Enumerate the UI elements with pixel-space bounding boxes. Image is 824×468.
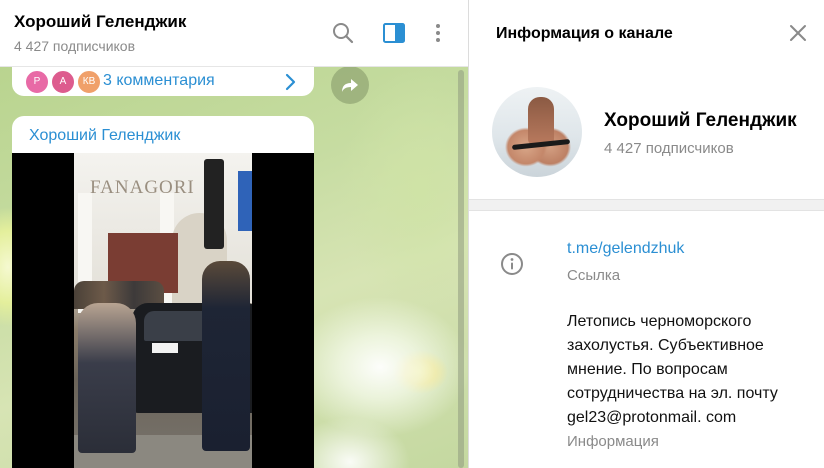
channel-avatar[interactable] [492, 87, 582, 177]
section-separator [469, 199, 824, 211]
commenter-avatar: КВ [76, 69, 102, 95]
comments-link[interactable]: 3 комментария [103, 72, 215, 90]
video-road-sign [238, 171, 252, 231]
channel-description-label: Информация [567, 433, 659, 450]
video-plate [152, 343, 178, 353]
search-icon[interactable] [330, 20, 356, 46]
chat-subscriber-count: 4 427 подписчиков [14, 38, 136, 54]
channel-name: Хороший Геленджик [604, 110, 797, 131]
video-player[interactable]: FANAGORI [12, 153, 314, 468]
chat-scrollbar[interactable] [458, 70, 464, 468]
channel-link[interactable]: t.me/gelendzhuk [567, 240, 684, 258]
commenter-avatar: А [50, 69, 76, 95]
post-author[interactable]: Хороший Геленджик [29, 127, 180, 145]
chat-title[interactable]: Хороший Геленджик [14, 12, 186, 32]
video-person [78, 303, 136, 453]
video-frame: FANAGORI [74, 153, 252, 468]
sidebar-panel-icon[interactable] [381, 20, 407, 46]
share-arrow-icon [342, 79, 358, 92]
video-traffic-light [204, 159, 224, 249]
channel-subscriber-count: 4 427 подписчиков [604, 140, 734, 157]
video-sign-text: FANAGORI [90, 177, 195, 198]
info-panel-title: Информация о канале [496, 25, 673, 42]
more-vertical-icon[interactable] [425, 20, 451, 46]
message-bubble[interactable]: Хороший Геленджик FANAGORI [12, 116, 314, 468]
chevron-right-icon[interactable] [284, 72, 298, 92]
chat-header[interactable]: Хороший Геленджик 4 427 подписчиков [0, 0, 468, 67]
avatar-figure [528, 97, 554, 145]
commenter-avatar: Р [24, 69, 50, 95]
info-icon [500, 252, 524, 276]
channel-info-panel: Информация о канале Хороший Геленджик 4 … [469, 0, 824, 468]
share-button[interactable] [331, 66, 369, 104]
chat-pane: Хороший Геленджик 4 427 подписчиков Р А … [0, 0, 468, 468]
channel-description: Летопись черноморского захолустья. Субъе… [567, 313, 778, 426]
close-icon[interactable] [787, 22, 809, 44]
video-person [202, 261, 250, 451]
channel-link-label: Ссылка [567, 267, 621, 284]
